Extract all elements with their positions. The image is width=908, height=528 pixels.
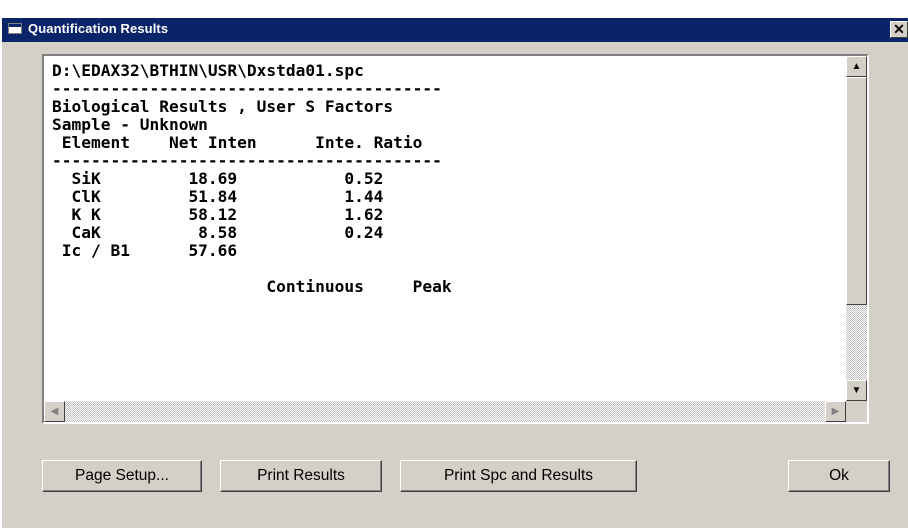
title-bar[interactable]: Quantification Results ✕: [2, 18, 908, 42]
window-title: Quantification Results: [28, 21, 169, 36]
horizontal-scrollbar[interactable]: ◀ ▶: [44, 401, 846, 422]
arrow-right-icon: ▶: [831, 406, 840, 417]
arrow-up-icon: ▲: [851, 61, 862, 72]
ok-button[interactable]: Ok: [788, 460, 890, 492]
scroll-up-button[interactable]: ▲: [846, 56, 867, 77]
results-line: Biological Results , User S Factors: [52, 97, 394, 116]
results-text-box[interactable]: D:\EDAX32\BTHIN\USR\Dxstda01.spc -------…: [42, 54, 869, 424]
results-line: Ic / B1 57.66: [52, 241, 238, 260]
results-line: Element Net Inten Inte. Ratio: [52, 133, 423, 152]
results-line: Sample - Unknown: [52, 115, 208, 134]
arrow-left-icon: ◀: [50, 406, 59, 417]
results-text-area[interactable]: D:\EDAX32\BTHIN\USR\Dxstda01.spc -------…: [52, 62, 842, 402]
results-line: ----------------------------------------: [52, 151, 442, 170]
results-line: ClK 51.84 1.44: [52, 187, 384, 206]
results-line: K K 58.12 1.62: [52, 205, 384, 224]
results-line: SiK 18.69 0.52: [52, 169, 384, 188]
scroll-down-button[interactable]: ▼: [846, 380, 867, 401]
vertical-scrollbar[interactable]: ▲ ▼: [846, 56, 867, 401]
scrollbar-corner: [846, 401, 867, 422]
results-text: D:\EDAX32\BTHIN\USR\Dxstda01.spc -------…: [52, 62, 842, 296]
quantification-results-dialog: Quantification Results ✕ D:\EDAX32\BTHIN…: [0, 18, 908, 528]
scroll-right-button[interactable]: ▶: [825, 401, 846, 422]
results-line: CaK 8.58 0.24: [52, 223, 384, 242]
results-line: ----------------------------------------: [52, 79, 442, 98]
page-setup-button[interactable]: Page Setup...: [42, 460, 202, 492]
scroll-left-button[interactable]: ◀: [44, 401, 65, 422]
vertical-scroll-thumb[interactable]: [846, 77, 867, 305]
print-results-button[interactable]: Print Results: [220, 460, 382, 492]
results-line: D:\EDAX32\BTHIN\USR\Dxstda01.spc: [52, 62, 364, 80]
window-icon: [8, 23, 22, 34]
results-line: Continuous Peak: [52, 277, 452, 296]
print-spc-and-results-button[interactable]: Print Spc and Results: [400, 460, 637, 492]
arrow-down-icon: ▼: [851, 385, 862, 396]
close-button[interactable]: ✕: [890, 21, 908, 38]
